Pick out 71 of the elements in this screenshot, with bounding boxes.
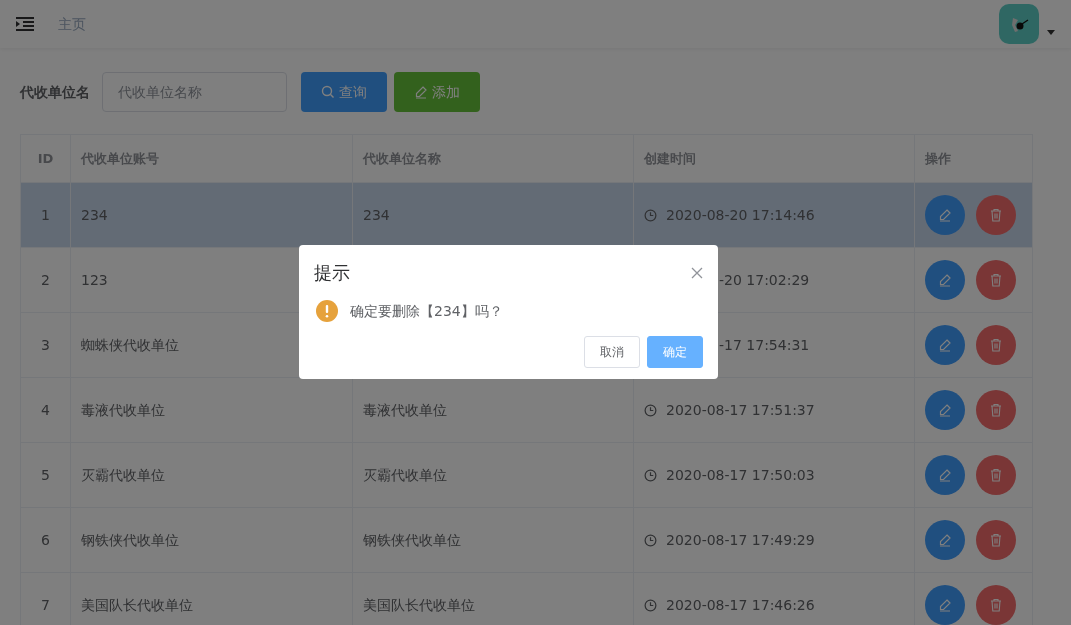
table-cell: 2	[21, 248, 71, 312]
clock-icon	[644, 598, 657, 612]
clock-icon	[644, 403, 657, 417]
trash-icon	[988, 208, 1003, 222]
warning-icon	[316, 300, 338, 322]
delete-button[interactable]	[975, 520, 1016, 560]
date-text: 2020-08-17 17:46:26	[666, 595, 815, 615]
caret-icon[interactable]	[1047, 29, 1055, 35]
edit-button[interactable]	[925, 260, 965, 300]
delete-button[interactable]	[975, 585, 1016, 625]
delete-button[interactable]	[975, 260, 1016, 300]
delete-button[interactable]	[975, 390, 1016, 430]
trash-icon	[988, 273, 1003, 287]
pencil-icon	[938, 533, 952, 547]
pencil-icon	[938, 273, 952, 287]
table-cell: 3	[21, 313, 71, 377]
trash-icon	[988, 468, 1003, 482]
trash-icon	[988, 533, 1003, 547]
delete-button[interactable]	[975, 195, 1016, 235]
table-cell: 6	[21, 508, 71, 572]
edit-button[interactable]	[925, 520, 965, 560]
table-row[interactable]: 5 灭霸代收单位 灭霸代收单位 2020-08-17 17:50:03	[21, 443, 1032, 508]
pencil-icon	[938, 403, 952, 417]
date-text: -17 17:54:31	[719, 335, 810, 355]
clock-icon	[644, 468, 657, 482]
table-cell: 美国队长代收单位	[353, 573, 634, 625]
add-button[interactable]: 添加	[394, 72, 480, 112]
field-label: 代收单位名	[20, 82, 90, 102]
trash-icon	[988, 598, 1003, 612]
table-cell: 4	[21, 378, 71, 442]
confirm-button[interactable]: 确定	[647, 336, 703, 368]
clock-icon	[644, 533, 657, 547]
dialog-message: 确定要删除【234】吗？	[350, 301, 503, 321]
date-text: 2020-08-17 17:51:37	[666, 400, 815, 420]
search-icon	[321, 85, 335, 99]
table-row[interactable]: 6 钢铁侠代收单位 钢铁侠代收单位 2020-08-17 17:49:29	[21, 508, 1032, 573]
date-text: 2020-08-20 17:14:46	[666, 205, 815, 225]
cancel-button[interactable]: 取消	[584, 336, 640, 368]
edit-button[interactable]	[925, 585, 965, 625]
table-row[interactable]: 7 美国队长代收单位 美国队长代收单位 2020-08-17 17:46:26	[21, 573, 1032, 625]
table-cell: 7	[21, 573, 71, 625]
pencil-icon	[938, 598, 952, 612]
delete-button[interactable]	[975, 455, 1016, 495]
date-text: -20 17:02:29	[719, 270, 810, 290]
table-cell: 5	[21, 443, 71, 507]
table-cell: 美国队长代收单位	[71, 573, 353, 625]
clock-icon	[644, 208, 657, 222]
pencil-icon	[414, 85, 428, 99]
pencil-icon	[938, 468, 952, 482]
menu-icon[interactable]	[16, 17, 34, 31]
delete-button[interactable]	[975, 325, 1016, 365]
edit-button[interactable]	[925, 195, 965, 235]
date-text: 2020-08-17 17:50:03	[666, 465, 815, 485]
close-icon[interactable]	[691, 266, 703, 279]
dialog-title: 提示	[314, 261, 350, 285]
pencil-icon	[938, 338, 952, 352]
table-row[interactable]: 1 234 234 2020-08-20 17:14:46	[21, 183, 1032, 248]
table-cell: 钢铁侠代收单位	[71, 508, 353, 572]
user-avatar[interactable]	[999, 4, 1039, 44]
edit-button[interactable]	[925, 325, 965, 365]
trash-icon	[988, 403, 1003, 417]
pencil-icon	[938, 208, 952, 222]
edit-button[interactable]	[925, 455, 965, 495]
table-cell: 灭霸代收单位	[71, 443, 353, 507]
edit-button[interactable]	[925, 390, 965, 430]
trash-icon	[988, 338, 1003, 352]
table-cell: 钢铁侠代收单位	[353, 508, 634, 572]
table-cell: 1	[21, 183, 71, 247]
search-button[interactable]: 查询	[301, 72, 387, 112]
date-text: 2020-08-17 17:49:29	[666, 530, 815, 550]
table-cell: 灭霸代收单位	[353, 443, 634, 507]
